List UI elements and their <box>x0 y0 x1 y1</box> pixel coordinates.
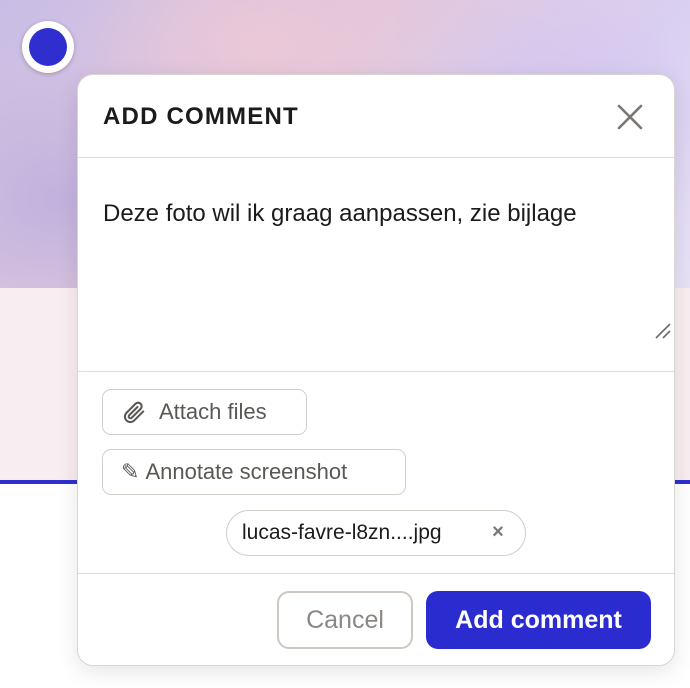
comment-textarea[interactable]: Deze foto wil ik graag aanpassen, zie bi… <box>78 158 674 372</box>
close-button[interactable] <box>614 101 646 133</box>
resize-handle-icon[interactable] <box>654 322 672 340</box>
comment-text: Deze foto wil ik graag aanpassen, zie bi… <box>103 200 577 227</box>
pin-dot <box>29 28 67 66</box>
pencil-icon: ✎ <box>121 459 140 484</box>
attachments-section: Attach files ✎ Annotate screenshot lucas… <box>78 372 674 574</box>
dialog-footer: Cancel Add comment <box>78 574 674 665</box>
cancel-button[interactable]: Cancel <box>277 591 413 649</box>
dialog-title: ADD COMMENT <box>103 103 299 130</box>
comment-pin-marker[interactable] <box>22 21 74 73</box>
paperclip-icon <box>121 399 147 425</box>
add-comment-dialog: ADD COMMENT Deze foto wil ik graag aanpa… <box>77 74 675 666</box>
attachment-filename: lucas-favre-l8zn....jpg <box>242 521 442 544</box>
attach-files-label: Attach files <box>159 399 267 424</box>
annotate-screenshot-button[interactable]: ✎ Annotate screenshot <box>102 449 406 495</box>
remove-attachment-icon[interactable]: × <box>487 521 509 543</box>
attachment-chip: lucas-favre-l8zn....jpg × <box>226 510 526 556</box>
add-comment-button[interactable]: Add comment <box>426 591 651 649</box>
attach-files-button[interactable]: Attach files <box>102 389 307 435</box>
close-icon <box>617 104 643 130</box>
annotate-screenshot-label: Annotate screenshot <box>145 459 348 484</box>
dialog-header: ADD COMMENT <box>78 75 674 158</box>
